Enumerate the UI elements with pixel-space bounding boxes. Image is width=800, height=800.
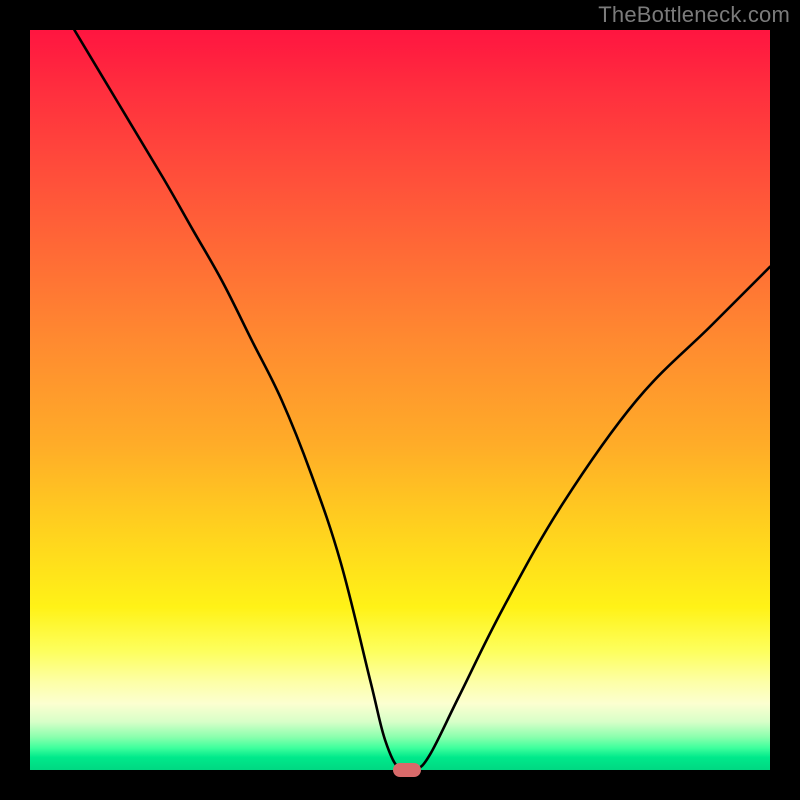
bottleneck-curve: [30, 30, 770, 770]
plot-area: [30, 30, 770, 770]
chart-frame: TheBottleneck.com: [0, 0, 800, 800]
optimal-marker: [393, 763, 421, 777]
attribution-text: TheBottleneck.com: [598, 2, 790, 28]
